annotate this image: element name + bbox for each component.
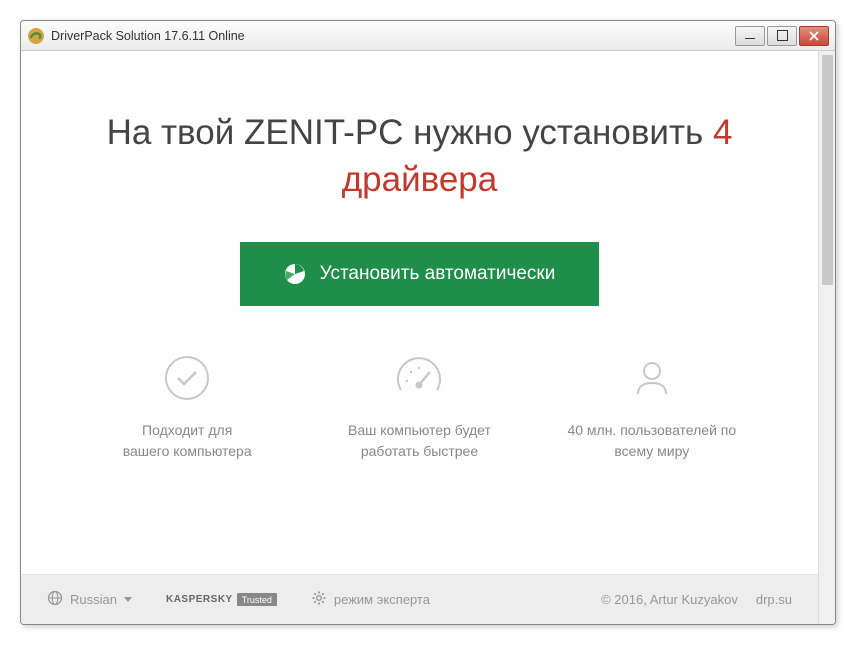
footer: Russian KASPERSKY Trusted [21, 574, 818, 624]
language-selector[interactable]: Russian [47, 590, 132, 609]
minimize-button[interactable] [735, 26, 765, 46]
copyright-text: © 2016, Artur Kuzyakov [601, 592, 738, 607]
feature-users: 40 млн. пользователей по всему миру [552, 354, 752, 462]
kaspersky-badge: KASPERSKY Trusted [166, 593, 277, 606]
application-window: DriverPack Solution 17.6.11 Online На тв… [20, 20, 836, 625]
language-label: Russian [70, 592, 117, 607]
titlebar: DriverPack Solution 17.6.11 Online [21, 21, 835, 51]
install-button-label: Установить автоматически [320, 263, 556, 285]
features-row: Подходит для вашего компьютера [21, 354, 818, 462]
expert-mode-label: режим эксперта [334, 592, 430, 607]
headline: На твой ZENIT-PC нужно установить 4 драйв… [21, 109, 818, 204]
gauge-icon [395, 354, 443, 402]
maximize-button[interactable] [767, 26, 797, 46]
domain-link[interactable]: drp.su [756, 592, 792, 607]
window-title: DriverPack Solution 17.6.11 Online [51, 29, 735, 43]
feature-text-1: Подходит для вашего компьютера [87, 420, 287, 462]
content-area: На твой ZENIT-PC нужно установить 4 драйв… [21, 51, 835, 624]
user-icon [628, 354, 676, 402]
feature-text-2: Ваш компьютер будет работать быстрее [319, 420, 519, 462]
kaspersky-trusted-badge: Trusted [237, 593, 277, 606]
headline-count: 4 [713, 113, 732, 152]
install-button[interactable]: Установить автоматически [240, 242, 600, 306]
globe-icon [47, 590, 63, 609]
headline-part3: драйвера [342, 160, 498, 199]
app-icon [27, 27, 45, 45]
vertical-scrollbar[interactable] [818, 51, 835, 624]
chevron-down-icon [124, 597, 132, 602]
headline-pcname: ZENIT-PC [244, 113, 403, 152]
expert-mode-link[interactable]: режим эксперта [311, 590, 430, 609]
main-area: На твой ZENIT-PC нужно установить 4 драйв… [21, 51, 818, 624]
feature-compatibility: Подходит для вашего компьютера [87, 354, 287, 462]
close-button[interactable] [799, 26, 829, 46]
headline-part1: На твой [107, 113, 244, 152]
window-controls [735, 26, 829, 46]
headline-part2: нужно установить [403, 113, 713, 152]
kaspersky-label: KASPERSKY [166, 594, 233, 605]
install-icon [284, 263, 306, 285]
feature-text-3: 40 млн. пользователей по всему миру [552, 420, 752, 462]
feature-speed: Ваш компьютер будет работать быстрее [319, 354, 519, 462]
gear-icon [311, 590, 327, 609]
check-icon [163, 354, 211, 402]
scrollbar-thumb[interactable] [822, 55, 833, 285]
